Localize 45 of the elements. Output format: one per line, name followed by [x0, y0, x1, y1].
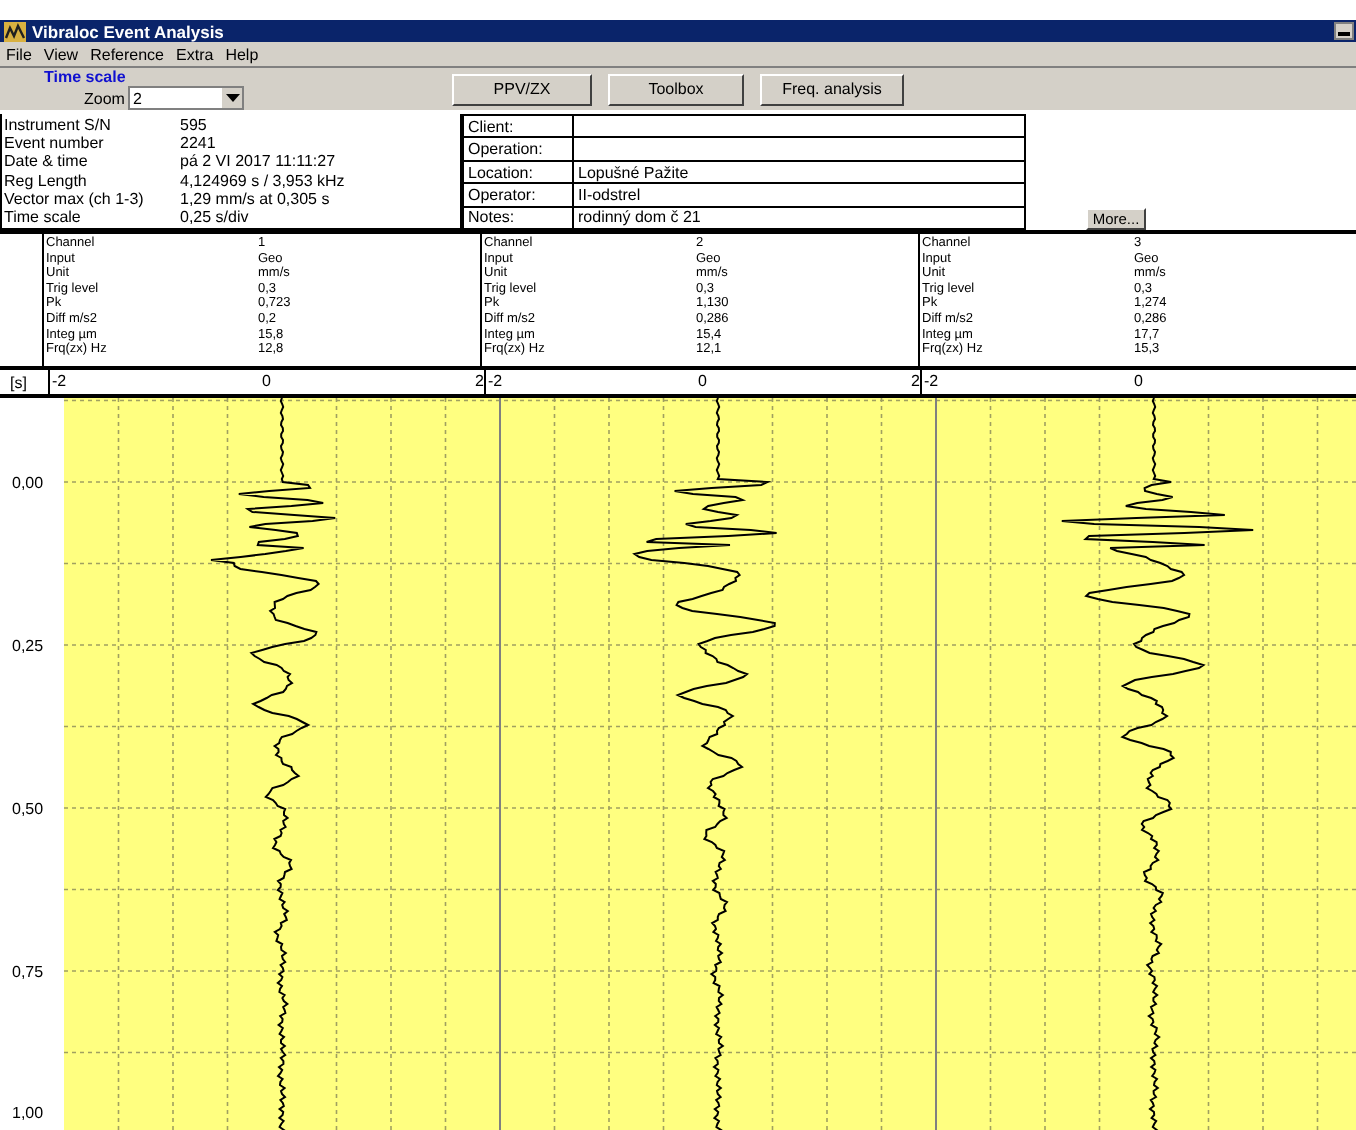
info-label: Event number: [4, 133, 106, 153]
info-label: Date & time: [4, 152, 90, 171]
minimize-icon: [1338, 32, 1350, 36]
y-axis-label: 0,25: [12, 637, 44, 655]
info-label: Vector max (ch 1-3): [4, 189, 146, 209]
details-value: rodinný dom č 21: [576, 208, 701, 227]
toolbar-button[interactable]: Toolbox: [608, 73, 744, 105]
dropdown-arrow-icon: [225, 94, 240, 102]
details-value: Lopušné Pažite: [576, 163, 689, 182]
info-value: pá 2 VI 2017 11:11:27: [180, 152, 338, 171]
toolbar-button[interactable]: Freq. analysis: [760, 73, 904, 105]
info-label: Instrument S/N: [4, 115, 113, 134]
y-axis-label: 1,00: [12, 1104, 44, 1122]
y-axis-label: 0,75: [12, 963, 44, 981]
x-axis-scale: -2 0 2: [48, 370, 484, 394]
info-value: 1,29 mm/s at 0,305 s: [180, 189, 332, 209]
minimize-button[interactable]: [1334, 22, 1354, 40]
time-unit-label: [s]: [8, 373, 29, 391]
x-axis-scale: -2 0 2: [484, 370, 920, 394]
zoom-dropdown[interactable]: 2: [128, 86, 245, 110]
menu-item[interactable]: Reference: [90, 45, 165, 63]
details-label: Operation:: [464, 138, 574, 160]
window-title: Vibraloc Event Analysis: [32, 21, 226, 41]
toolbar-button[interactable]: PPV/ZX: [452, 73, 592, 105]
menu-item[interactable]: File: [6, 45, 32, 63]
info-label: Reg Length: [4, 171, 89, 190]
details-label: Operator:: [464, 184, 574, 206]
details-value: II-odstrel: [576, 185, 641, 204]
x-axis-scale: -2 0: [920, 370, 1356, 394]
y-axis-label: 0,50: [12, 800, 44, 818]
y-axis-label: 0,00: [12, 474, 44, 492]
time-scale-label: Time scale: [44, 68, 128, 86]
zoom-label: Zoom: [84, 89, 125, 107]
info-label: Time scale: [4, 208, 83, 227]
menu-item[interactable]: Help: [225, 45, 259, 63]
info-value: 595: [180, 115, 209, 134]
app-icon: [4, 21, 26, 41]
details-label: Location:: [464, 161, 574, 183]
details-label: Notes:: [464, 207, 574, 229]
info-value: 2241: [180, 133, 218, 153]
info-value: 4,124969 s / 3,953 kHz: [180, 171, 347, 190]
details-label: Client:: [464, 116, 574, 137]
menu-item[interactable]: View: [43, 45, 79, 63]
info-value: 0,25 s/div: [180, 208, 251, 227]
menu-item[interactable]: Extra: [176, 45, 214, 63]
